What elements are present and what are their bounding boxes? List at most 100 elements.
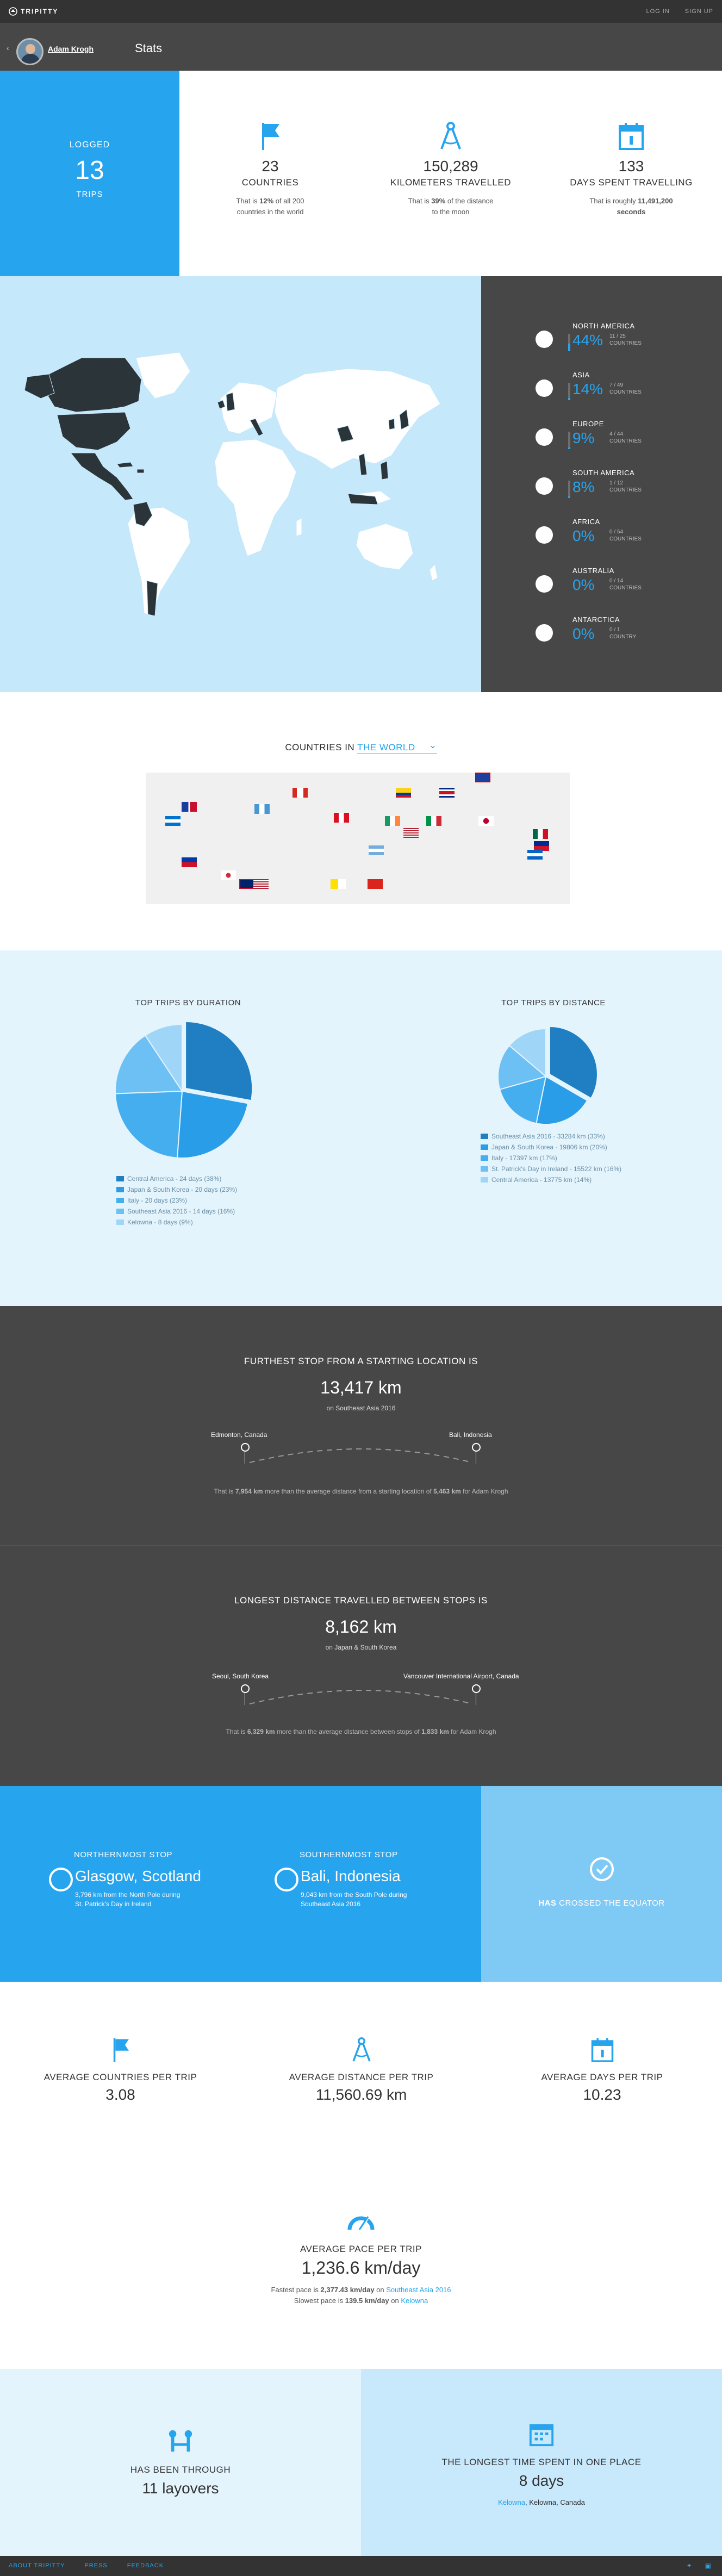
equator-text: HAS CROSSED THE EQUATOR	[538, 1899, 665, 1908]
kilometers-value: 150,289	[423, 158, 478, 175]
summary-section: LOGGED 13 TRIPS 23 COUNTRIES That is 12%…	[0, 71, 722, 276]
logged-count: 13	[75, 156, 104, 185]
feedback-link[interactable]: FEEDBACK	[127, 2562, 164, 2569]
north-trip-link[interactable]: St. Patrick's Day in Ireland	[75, 1900, 151, 1908]
pie-slice-japan-south-korea[interactable]	[176, 1090, 249, 1159]
north-america-icon	[536, 331, 553, 348]
continent-europe[interactable]: EUROPE 9% 4 / 44 COUNTRIES	[536, 418, 709, 461]
logged-label: LOGGED	[69, 140, 110, 150]
flag-mexico[interactable]	[533, 829, 548, 839]
longest-from-label: Seoul, South Korea	[212, 1672, 269, 1680]
flag-ireland[interactable]	[385, 816, 400, 826]
flag-belize[interactable]	[475, 773, 490, 782]
flag-italy[interactable]	[426, 816, 441, 826]
continent-south-america[interactable]: SOUTH AMERICA 8% 1 / 12 COUNTRIES	[536, 466, 709, 510]
press-link[interactable]: PRESS	[84, 2562, 107, 2569]
legend-item: Italy - 17397 km (17%)	[481, 1153, 622, 1163]
continent-bar-fill	[568, 397, 570, 400]
flag-peru[interactable]	[334, 813, 349, 823]
twitter-icon[interactable]: ✦	[687, 2562, 692, 2569]
flag-uk[interactable]	[239, 879, 254, 889]
flag-usa[interactable]	[403, 828, 419, 838]
location-icon	[275, 1868, 298, 1891]
longest-trip-link[interactable]: Japan & South Korea	[334, 1644, 396, 1651]
login-link[interactable]: LOG IN	[646, 8, 669, 15]
profile-bar: ‹ Adam Krogh Stats	[0, 23, 722, 71]
continent-antarctica[interactable]: ANTARCTICA 0% 0 / 1 COUNTRY	[536, 613, 709, 657]
continent-africa[interactable]: AFRICA 0% 0 / 54 COUNTRIES	[536, 515, 709, 559]
countries-value: 23	[262, 158, 279, 175]
countries-label: COUNTRIES	[241, 177, 299, 188]
flag-map	[146, 773, 570, 904]
kilometers-desc: That is 39% of the distance to the moon	[408, 197, 494, 216]
antarctica-icon	[536, 624, 553, 642]
compass-icon	[440, 122, 461, 150]
days-desc: That is roughly 11,491,200 seconds	[589, 197, 673, 216]
longest-to-label: Vancouver International Airport, Canada	[403, 1672, 519, 1680]
flag-nicaragua[interactable]	[527, 850, 543, 860]
europe-icon	[536, 428, 553, 446]
asia-icon	[536, 379, 553, 397]
countries-desc: That is 12% of all 200 countries in the …	[236, 197, 304, 216]
distance-pie-chart	[497, 1026, 598, 1125]
world-map[interactable]	[0, 276, 481, 692]
countries-in-heading: COUNTRIES IN THE WORLD	[0, 742, 722, 754]
signup-link[interactable]: SIGN UP	[685, 8, 713, 15]
logo-icon	[9, 7, 17, 16]
about-link[interactable]: ABOUT TRIPITTY	[9, 2562, 65, 2569]
arc-line	[249, 1690, 473, 1704]
flag-dominican-republic[interactable]	[182, 802, 197, 812]
equator-panel: HAS CROSSED THE EQUATOR	[481, 1786, 722, 1982]
pie-slice-italy[interactable]	[115, 1090, 183, 1159]
flag-colombia[interactable]	[396, 788, 411, 798]
avg-countries: AVERAGE COUNTRIES PER TRIP 3.08	[0, 2036, 241, 2104]
legend-item: Central America - 13775 km (14%)	[481, 1174, 622, 1185]
slowest-trip-link[interactable]: Kelowna	[401, 2297, 428, 2305]
flag-icon	[262, 123, 279, 150]
flag-guatemala[interactable]	[254, 804, 270, 814]
kilometers-stat: 150,289 KILOMETERS TRAVELLED That is 39%…	[361, 71, 540, 217]
pie-slice-central-america[interactable]	[185, 1021, 253, 1102]
longest-desc: That is 6,329 km more than the average d…	[226, 1728, 496, 1735]
duration-legend: Central America - 24 days (38%) Japan & …	[116, 1173, 279, 1228]
flag-south-korea[interactable]	[221, 870, 236, 880]
flag-icon	[113, 2038, 129, 2062]
duration-chart-title: TOP TRIPS BY DURATION	[135, 998, 241, 1007]
flag-argentina[interactable]	[369, 845, 384, 855]
flag-japan[interactable]	[478, 816, 494, 826]
days-stat: 133 DAYS SPENT TRAVELLING That is roughl…	[542, 71, 721, 217]
flag-canada[interactable]	[292, 788, 308, 798]
region-select[interactable]: THE WORLD	[357, 742, 437, 754]
legend-item: Italy - 20 days (23%)	[116, 1195, 279, 1206]
flag-vietnam[interactable]	[368, 879, 383, 889]
page-title: Stats	[135, 41, 163, 55]
flag-vatican[interactable]	[331, 879, 346, 889]
flag-usa-2[interactable]	[253, 879, 269, 889]
continent-bar-fill	[568, 496, 570, 498]
world-map-section: NORTH AMERICA 44% 11 / 25 COUNTRIES ASIA …	[0, 276, 722, 692]
avatar[interactable]	[16, 38, 43, 65]
facebook-icon[interactable]: ▣	[705, 2562, 711, 2569]
duration-pie-chart	[115, 1021, 253, 1159]
south-trip-link[interactable]: Southeast Asia 2016	[301, 1900, 360, 1908]
furthest-stop-block: FURTHEST STOP FROM A STARTING LOCATION I…	[244, 1356, 478, 1412]
countries-stat: 23 COUNTRIES That is 12% of all 200 coun…	[180, 71, 360, 217]
legend-item: St. Patrick's Day in Ireland - 15522 km …	[481, 1163, 622, 1174]
flag-honduras[interactable]	[165, 816, 180, 826]
furthest-trip-link[interactable]: Southeast Asia 2016	[335, 1404, 395, 1412]
logo[interactable]: TRIPITTY	[9, 7, 58, 16]
flag-costa-rica[interactable]	[439, 788, 455, 798]
continent-north-america[interactable]: NORTH AMERICA 44% 11 / 25 COUNTRIES	[536, 320, 709, 363]
continent-bar-fill	[568, 447, 570, 449]
user-name-link[interactable]: Adam Krogh	[48, 45, 94, 53]
place-link[interactable]: Kelowna	[498, 2498, 525, 2506]
globe-check-icon	[589, 1857, 614, 1881]
layovers-section: HAS BEEN THROUGH 11 layovers THE LONGEST…	[0, 2369, 722, 2556]
fastest-trip-link[interactable]: Southeast Asia 2016	[386, 2286, 451, 2294]
continent-australia[interactable]: AUSTRALIA 0% 0 / 14 COUNTRIES	[536, 564, 709, 608]
speedometer-icon	[347, 2215, 375, 2230]
back-arrow-icon[interactable]: ‹	[7, 43, 9, 52]
flag-philippines[interactable]	[182, 857, 197, 867]
furthest-from-label: Edmonton, Canada	[211, 1431, 267, 1439]
continent-asia[interactable]: ASIA 14% 7 / 49 COUNTRIES	[536, 369, 709, 412]
